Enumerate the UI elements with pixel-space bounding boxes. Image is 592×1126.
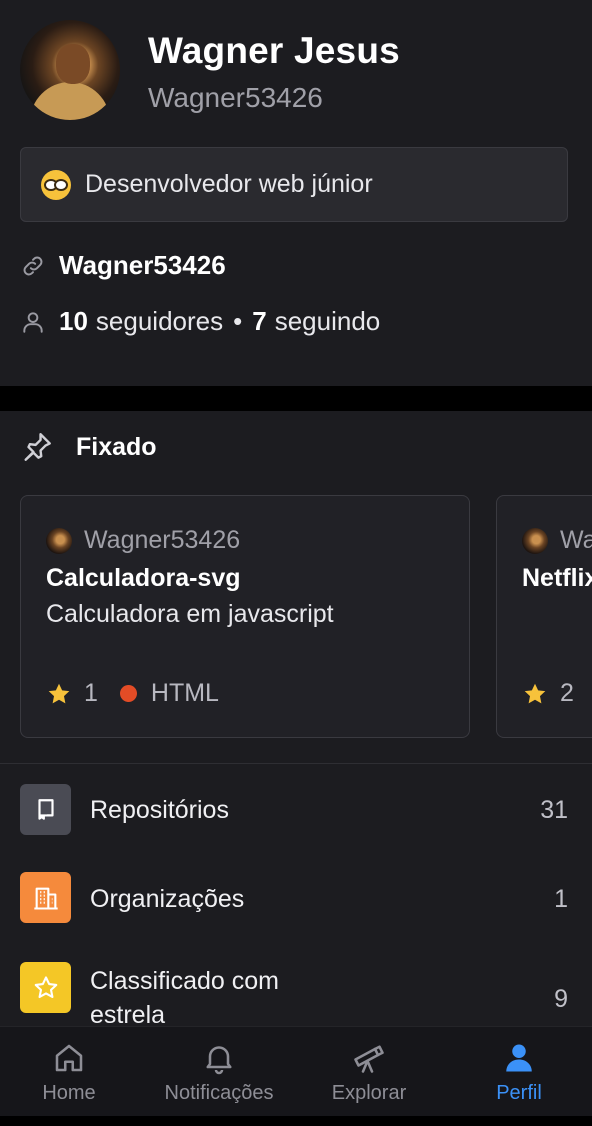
repo-icon [20,784,71,835]
repo-name: Calculadora-svg [46,564,241,592]
tab-label: Notificações [164,1082,274,1104]
profile-name: Wagner Jesus [148,30,400,71]
following-label: seguindo [274,306,381,336]
nerd-face-icon [41,169,71,200]
menu-count: 1 [554,885,568,913]
star-count: 2 [560,679,574,707]
tab-notifications[interactable]: Notificações [144,1027,294,1116]
website-text: Wagner53426 [59,250,226,280]
menu-count: 9 [554,985,568,1013]
menu-item-repositories[interactable]: Repositórios 31 [0,770,592,850]
pinned-repo-card[interactable]: Wagner53426 Netflix 2 [496,495,592,738]
menu-label: Organizações [90,885,245,913]
pinned-header: Fixado [20,430,157,464]
avatar-shirt [30,82,110,120]
owner-avatar [522,527,548,554]
tab-profile[interactable]: Perfil [444,1027,592,1116]
section-divider [0,386,592,411]
tab-explore[interactable]: Explorar [294,1027,444,1116]
list-divider [0,763,592,764]
followers-label: seguidores [95,306,224,336]
star-icon [48,683,70,703]
person-icon [506,1044,532,1072]
profile-login: Wagner53426 [148,82,323,113]
star-count: 1 [84,679,98,707]
tab-label: Explorar [331,1082,407,1104]
organization-icon [20,872,71,923]
pinned-repo-card[interactable]: Wagner53426 Calculadora-svg Calculadora … [20,495,470,738]
owner-login: Wagner53426 [84,526,241,554]
bottom-navigation: Home Notificações Explorar Perfil [0,1026,592,1116]
menu-count: 31 [540,796,568,824]
followers-count: 10 [59,306,88,336]
telescope-icon [354,1045,384,1073]
owner-avatar [46,527,72,554]
status-box[interactable]: Desenvolvedor web júnior [20,147,568,222]
separator-dot: • [233,306,243,336]
link-icon [23,256,43,275]
home-icon [55,1044,83,1072]
avatar[interactable] [20,20,120,120]
menu-item-starred[interactable]: Classificado com estrela 9 [0,950,592,1030]
followers-row[interactable]: 10 seguidores • 7 seguindo [20,306,380,337]
repo-meta: 1 HTML [46,679,219,708]
profile-header: Wagner Jesus Wagner53426 Desenvolvedor w… [0,0,592,386]
star-icon [20,962,71,1013]
person-outline-icon [23,311,43,333]
owner-login: Wagner53426 [560,526,592,554]
repo-owner: Wagner53426 [46,526,240,555]
repo-meta: 2 [522,679,574,708]
menu-label: Repositórios [90,796,229,824]
language-color-dot [119,685,137,702]
tab-home[interactable]: Home [0,1027,144,1116]
repo-description: Calculadora em javascript [46,600,334,628]
pin-icon [24,433,51,461]
status-text: Desenvolvedor web júnior [85,170,373,198]
repo-owner: Wagner53426 [522,526,592,555]
star-icon [524,683,546,703]
following-count: 7 [252,306,267,336]
pinned-title: Fixado [76,432,157,461]
tab-label: Home [42,1082,96,1104]
avatar-head [56,44,90,84]
menu-label: Classificado com estrela [90,967,279,1029]
website-link[interactable]: Wagner53426 [20,250,226,281]
menu-item-organizations[interactable]: Organizações 1 [0,858,592,938]
repo-language: HTML [150,679,219,707]
repo-name: Netflix [522,564,592,592]
tab-label: Perfil [496,1082,542,1104]
bell-icon [206,1046,232,1075]
profile-screen: Wagner Jesus Wagner53426 Desenvolvedor w… [0,0,592,1116]
